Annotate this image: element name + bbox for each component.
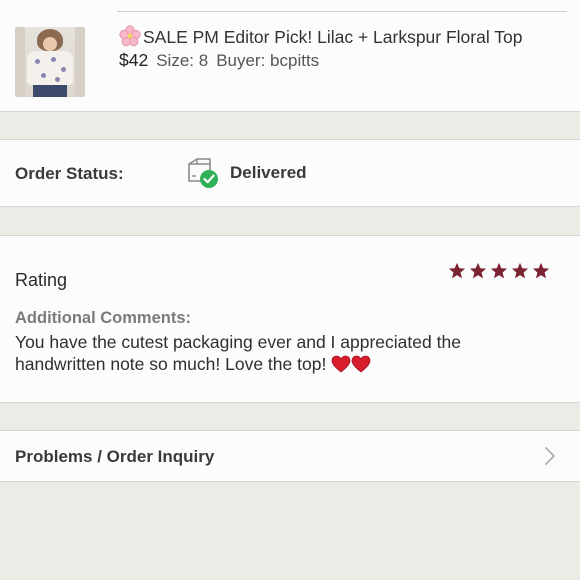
item-size: Size: 8: [156, 51, 209, 70]
additional-comments-text: You have the cutest packaging ever and I…: [15, 331, 555, 375]
rating-label: Rating: [15, 270, 68, 290]
additional-comments-label: Additional Comments:: [15, 309, 191, 327]
problems-order-inquiry-label: Problems / Order Inquiry: [15, 447, 215, 466]
item-title-text: SALE PM Editor Pick! Lilac + Larkspur Fl…: [143, 27, 523, 47]
star-icon: [532, 262, 550, 279]
divider: [0, 206, 580, 207]
order-status-card: Order Status: Delivered: [0, 140, 580, 206]
item-price: $42: [119, 50, 149, 70]
star-icon: [469, 262, 487, 279]
star-icon: [511, 262, 529, 279]
comment-text: You have the cutest packaging ever and I…: [15, 332, 461, 374]
divider: [0, 481, 580, 482]
red-heart-icon: [331, 355, 351, 373]
item-meta: $42 Size: 8 Buyer: bcpitts: [119, 50, 319, 71]
divider: [0, 402, 580, 403]
red-heart-icon: [351, 355, 371, 373]
order-item-card[interactable]: SALE PM Editor Pick! Lilac + Larkspur Fl…: [0, 0, 580, 111]
cherry-blossom-icon: [119, 25, 141, 47]
order-status-value: Delivered: [230, 163, 307, 182]
star-rating: [448, 262, 550, 282]
item-buyer: Buyer: bcpitts: [216, 51, 320, 70]
rating-card: Rating Additional Comments: You have the…: [0, 236, 580, 402]
order-status-label: Order Status:: [15, 164, 124, 183]
star-icon: [448, 262, 466, 279]
item-title[interactable]: SALE PM Editor Pick! Lilac + Larkspur Fl…: [119, 25, 523, 48]
star-icon: [490, 262, 508, 279]
package-delivered-icon: [188, 158, 218, 188]
item-thumbnail[interactable]: [15, 27, 85, 97]
divider: [117, 11, 567, 12]
problems-order-inquiry-row[interactable]: Problems / Order Inquiry: [0, 431, 580, 481]
chevron-right-icon[interactable]: [543, 446, 557, 466]
divider: [0, 111, 580, 112]
